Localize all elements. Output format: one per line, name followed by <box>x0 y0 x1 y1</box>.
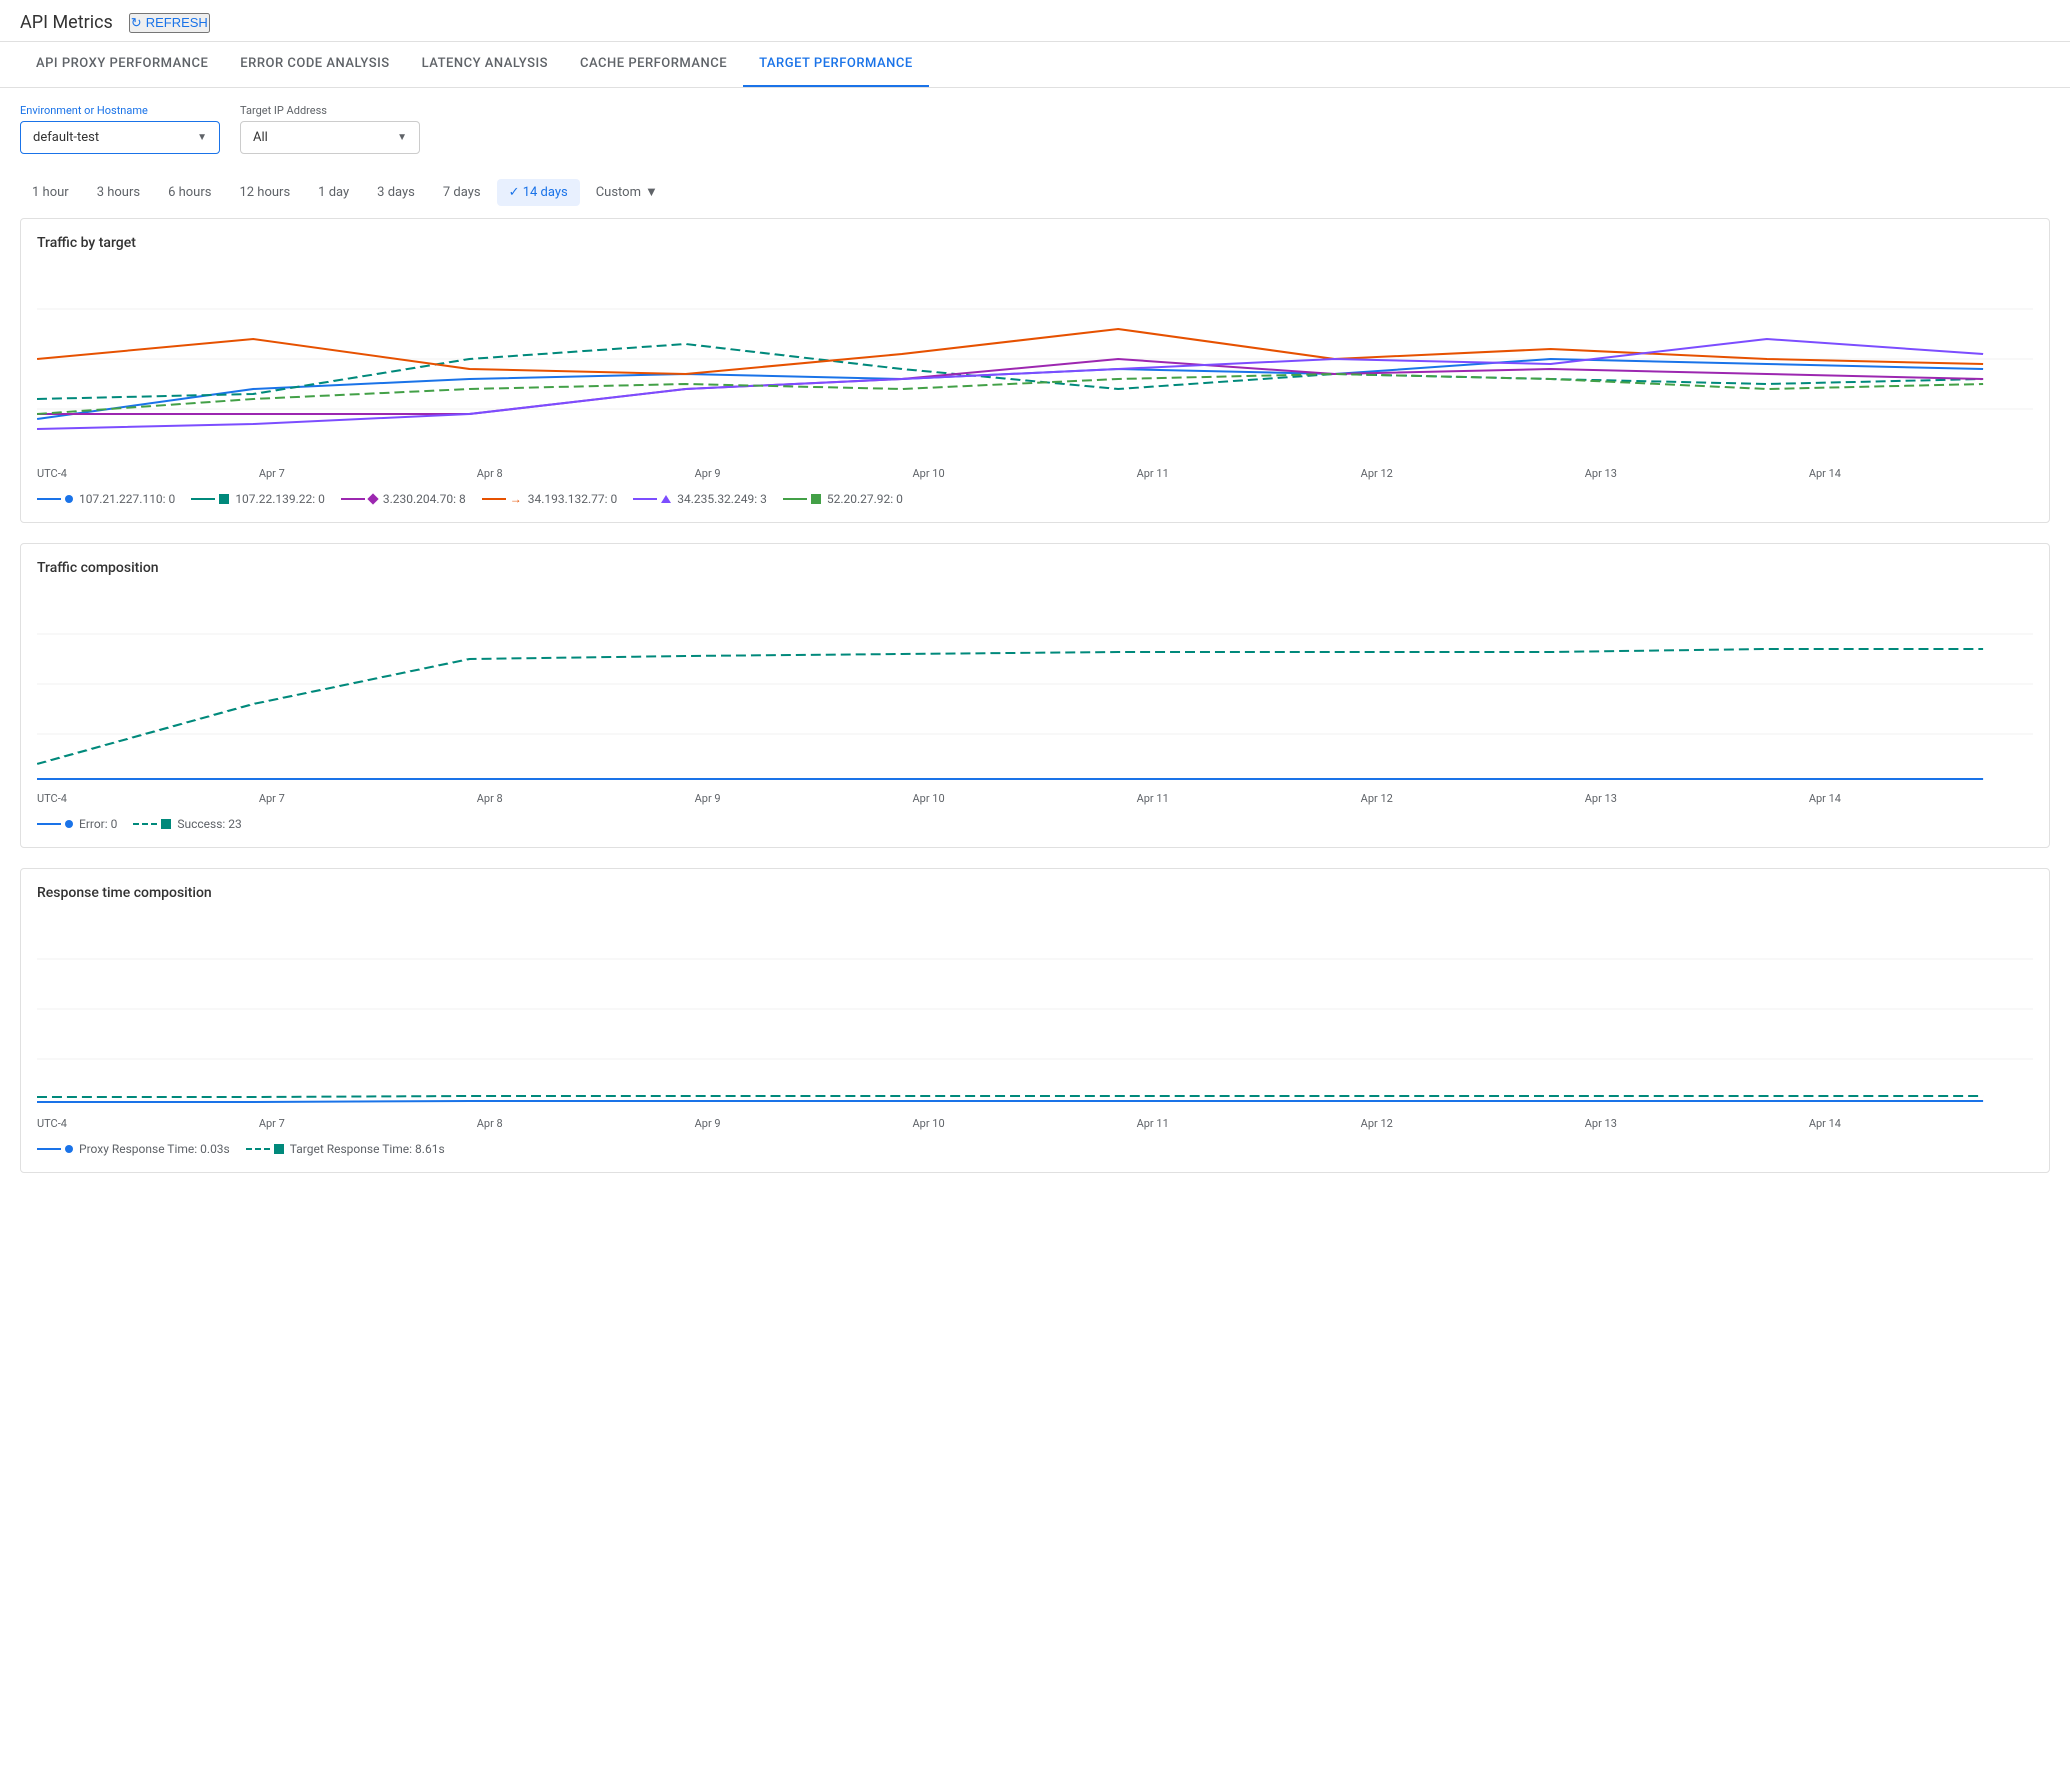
charts-container: Traffic by target <box>0 218 2070 1173</box>
response-x-axis: UTC-4 Apr 7 Apr 8 Apr 9 Apr 10 Apr 11 Ap… <box>37 1113 2033 1134</box>
custom-dropdown[interactable]: Custom ▼ <box>584 178 670 206</box>
composition-legend: Error: 0 Success: 23 <box>37 809 2033 831</box>
env-dropdown[interactable]: default-test ▼ <box>20 121 220 154</box>
time-filter-bar: 1 hour 3 hours 6 hours 12 hours 1 day 3 … <box>0 170 2070 218</box>
traffic-by-target-card: Traffic by target <box>20 218 2050 523</box>
time-6h[interactable]: 6 hours <box>156 179 223 206</box>
chevron-down-icon: ▼ <box>197 132 207 143</box>
traffic-composition-title: Traffic composition <box>37 560 2033 576</box>
tab-latency[interactable]: LATENCY ANALYSIS <box>406 42 564 87</box>
composition-chart-svg <box>37 584 2033 784</box>
time-1h[interactable]: 1 hour <box>20 179 81 206</box>
legend-item: 3.230.204.70: 8 <box>341 492 466 506</box>
response-time-card: Response time composition UTC-4 Apr 7 Ap… <box>20 868 2050 1173</box>
time-1d[interactable]: 1 day <box>306 179 361 206</box>
response-time-title: Response time composition <box>37 885 2033 901</box>
page-header: API Metrics ↻ REFRESH <box>0 0 2070 42</box>
tab-api-proxy[interactable]: API PROXY PERFORMANCE <box>20 42 224 87</box>
chevron-down-icon: ▼ <box>397 132 407 143</box>
tabs-bar: API PROXY PERFORMANCE ERROR CODE ANALYSI… <box>0 42 2070 88</box>
page-title: API Metrics <box>20 12 113 33</box>
refresh-icon: ↻ <box>131 15 142 31</box>
target-ip-label: Target IP Address <box>240 104 420 117</box>
legend-item: 107.21.227.110: 0 <box>37 492 175 506</box>
filter-controls: Environment or Hostname default-test ▼ T… <box>0 88 2070 170</box>
legend-item: 107.22.139.22: 0 <box>191 492 325 506</box>
traffic-legend: 107.21.227.110: 0 107.22.139.22: 0 3.230… <box>37 484 2033 506</box>
legend-success: Success: 23 <box>133 817 241 831</box>
tab-target[interactable]: TARGET PERFORMANCE <box>743 42 929 87</box>
time-14d[interactable]: ✓ 14 days <box>497 179 580 206</box>
legend-item: → 34.193.132.77: 0 <box>482 492 618 506</box>
traffic-chart-svg <box>37 259 2033 459</box>
legend-error: Error: 0 <box>37 817 117 831</box>
response-time-chart <box>37 909 2033 1109</box>
time-7d[interactable]: 7 days <box>431 179 493 206</box>
legend-proxy-response: Proxy Response Time: 0.03s <box>37 1142 230 1156</box>
time-3h[interactable]: 3 hours <box>85 179 152 206</box>
traffic-by-target-title: Traffic by target <box>37 235 2033 251</box>
time-3d[interactable]: 3 days <box>365 179 427 206</box>
legend-item: 34.235.32.249: 3 <box>633 492 767 506</box>
target-ip-dropdown[interactable]: All ▼ <box>240 121 420 154</box>
tab-error-code[interactable]: ERROR CODE ANALYSIS <box>224 42 405 87</box>
traffic-by-target-chart <box>37 259 2033 459</box>
traffic-composition-chart <box>37 584 2033 784</box>
response-chart-svg <box>37 909 2033 1109</box>
response-legend: Proxy Response Time: 0.03s Target Respon… <box>37 1134 2033 1156</box>
traffic-composition-card: Traffic composition UTC-4 Apr 7 Apr 8 Ap… <box>20 543 2050 848</box>
legend-target-response: Target Response Time: 8.61s <box>246 1142 445 1156</box>
chevron-down-icon: ▼ <box>645 184 658 200</box>
legend-item: 52.20.27.92: 0 <box>783 492 903 506</box>
composition-x-axis: UTC-4 Apr 7 Apr 8 Apr 9 Apr 10 Apr 11 Ap… <box>37 788 2033 809</box>
tab-cache[interactable]: CACHE PERFORMANCE <box>564 42 743 87</box>
target-ip-dropdown-group: Target IP Address All ▼ <box>240 104 420 154</box>
env-dropdown-group: Environment or Hostname default-test ▼ <box>20 104 220 154</box>
traffic-x-axis: UTC-4 Apr 7 Apr 8 Apr 9 Apr 10 Apr 11 Ap… <box>37 463 2033 484</box>
refresh-button[interactable]: ↻ REFRESH <box>129 13 210 33</box>
env-label: Environment or Hostname <box>20 104 220 117</box>
time-12h[interactable]: 12 hours <box>227 179 302 206</box>
